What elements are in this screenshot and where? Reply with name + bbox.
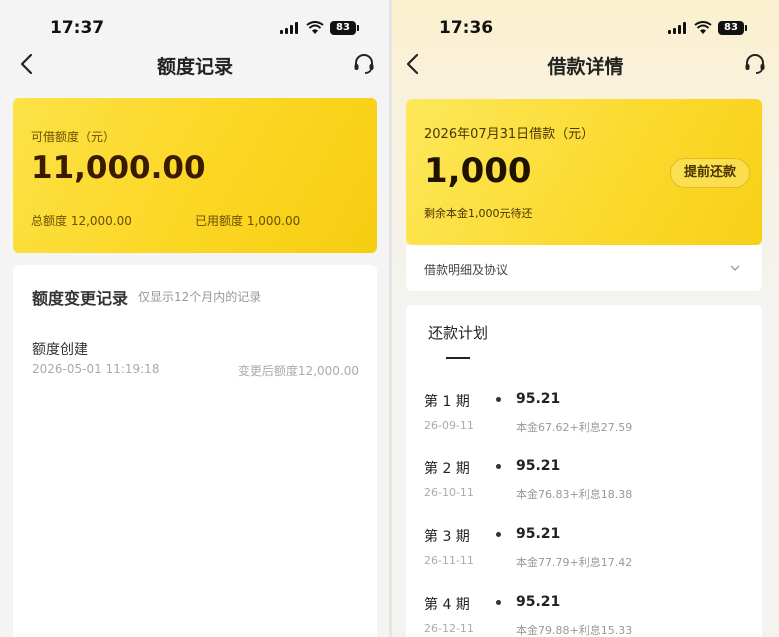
period-breakdown: 本金79.88+利息15.33 <box>516 624 633 637</box>
quota-change-records: 额度变更记录 仅显示12个月内的记录 额度创建 2026-05-01 11:19… <box>13 265 377 637</box>
status-time: 17:36 <box>439 18 494 38</box>
period-name: 第 2 期 <box>424 461 470 477</box>
chevron-down-icon <box>730 265 740 271</box>
period-breakdown: 本金77.79+利息17.42 <box>516 556 633 569</box>
header-underline <box>446 357 470 359</box>
loan-details-label: 借款明细及协议 <box>424 263 509 277</box>
records-header: 额度变更记录 <box>32 289 129 308</box>
period-row: 第 1 期 26-09-11 95.21 本金67.62+利息27.59 <box>406 391 762 457</box>
record-date: 2026-05-01 11:19:18 <box>32 362 160 376</box>
page-title: 借款详情 <box>547 56 624 78</box>
prepay-button[interactable]: 提前还款 <box>670 158 750 188</box>
wifi-icon <box>694 21 712 34</box>
period-breakdown: 本金76.83+利息18.38 <box>516 488 633 501</box>
record-title: 额度创建 <box>32 342 88 358</box>
timeline-dot <box>496 600 501 605</box>
loan-date-label: 2026年07月31日借款（元） <box>424 127 595 142</box>
page-title: 额度记录 <box>156 56 233 78</box>
status-bar: 17:36 83 <box>392 16 779 40</box>
period-amount: 95.21 <box>516 594 561 610</box>
period-name: 第 3 期 <box>424 529 470 545</box>
status-time: 17:37 <box>50 18 105 38</box>
period-date: 26-11-11 <box>424 554 474 567</box>
used-quota: 已用额度 1,000.00 <box>195 214 301 228</box>
cellular-signal-icon <box>668 22 688 34</box>
records-hint: 仅显示12个月内的记录 <box>138 290 262 304</box>
period-name: 第 1 期 <box>424 394 470 410</box>
repayment-plan-header: 还款计划 <box>428 324 489 342</box>
total-quota: 总额度 12,000.00 <box>31 214 132 228</box>
period-amount: 95.21 <box>516 391 561 407</box>
remaining-principal: 剩余本金1,000元待还 <box>424 207 533 220</box>
nav-bar: 借款详情 <box>392 44 779 84</box>
period-amount: 95.21 <box>516 458 561 474</box>
battery-icon: 83 <box>718 21 747 35</box>
record-after-quota: 变更后额度12,000.00 <box>237 364 359 378</box>
loan-amount: 1,000 <box>424 151 532 191</box>
available-quota-amount: 11,000.00 <box>31 150 206 186</box>
wifi-icon <box>306 21 324 34</box>
status-bar: 17:37 83 <box>0 16 390 40</box>
customer-service-icon[interactable] <box>352 52 376 76</box>
customer-service-icon[interactable] <box>743 52 767 76</box>
period-amount: 95.21 <box>516 526 561 542</box>
period-row: 第 2 期 26-10-11 95.21 本金76.83+利息18.38 <box>406 458 762 524</box>
period-date: 26-10-11 <box>424 486 474 499</box>
period-date: 26-09-11 <box>424 419 474 432</box>
timeline-dot <box>496 397 501 402</box>
period-row: 第 3 期 26-11-11 95.21 本金77.79+利息17.42 <box>406 526 762 592</box>
period-name: 第 4 期 <box>424 597 470 613</box>
timeline-dot <box>496 532 501 537</box>
available-quota-card: 可借额度（元） 11,000.00 总额度 12,000.00 已用额度 1,0… <box>13 98 377 253</box>
loan-summary-card: 2026年07月31日借款（元） 1,000 剩余本金1,000元待还 提前还款 <box>406 99 762 245</box>
period-row: 第 4 期 26-12-11 95.21 本金79.88+利息15.33 <box>406 594 762 637</box>
period-breakdown: 本金67.62+利息27.59 <box>516 421 633 434</box>
loan-detail-screen: 17:36 83 借款详情 2026年07月31日借款（元） 1,000 剩余本… <box>392 0 779 637</box>
cellular-signal-icon <box>280 22 300 34</box>
quota-records-screen: 17:37 83 额度记录 可借额度（元） 11,000.00 总额度 12,0… <box>0 0 390 637</box>
battery-icon: 83 <box>330 21 359 35</box>
nav-bar: 额度记录 <box>0 44 390 84</box>
available-quota-label: 可借额度（元） <box>31 130 116 144</box>
timeline-dot <box>496 464 501 469</box>
loan-details-agreement-row[interactable]: 借款明细及协议 <box>406 245 762 291</box>
repayment-plan-card: 还款计划 第 1 期 26-09-11 95.21 本金67.62+利息27.5… <box>406 305 762 637</box>
period-date: 26-12-11 <box>424 622 474 635</box>
